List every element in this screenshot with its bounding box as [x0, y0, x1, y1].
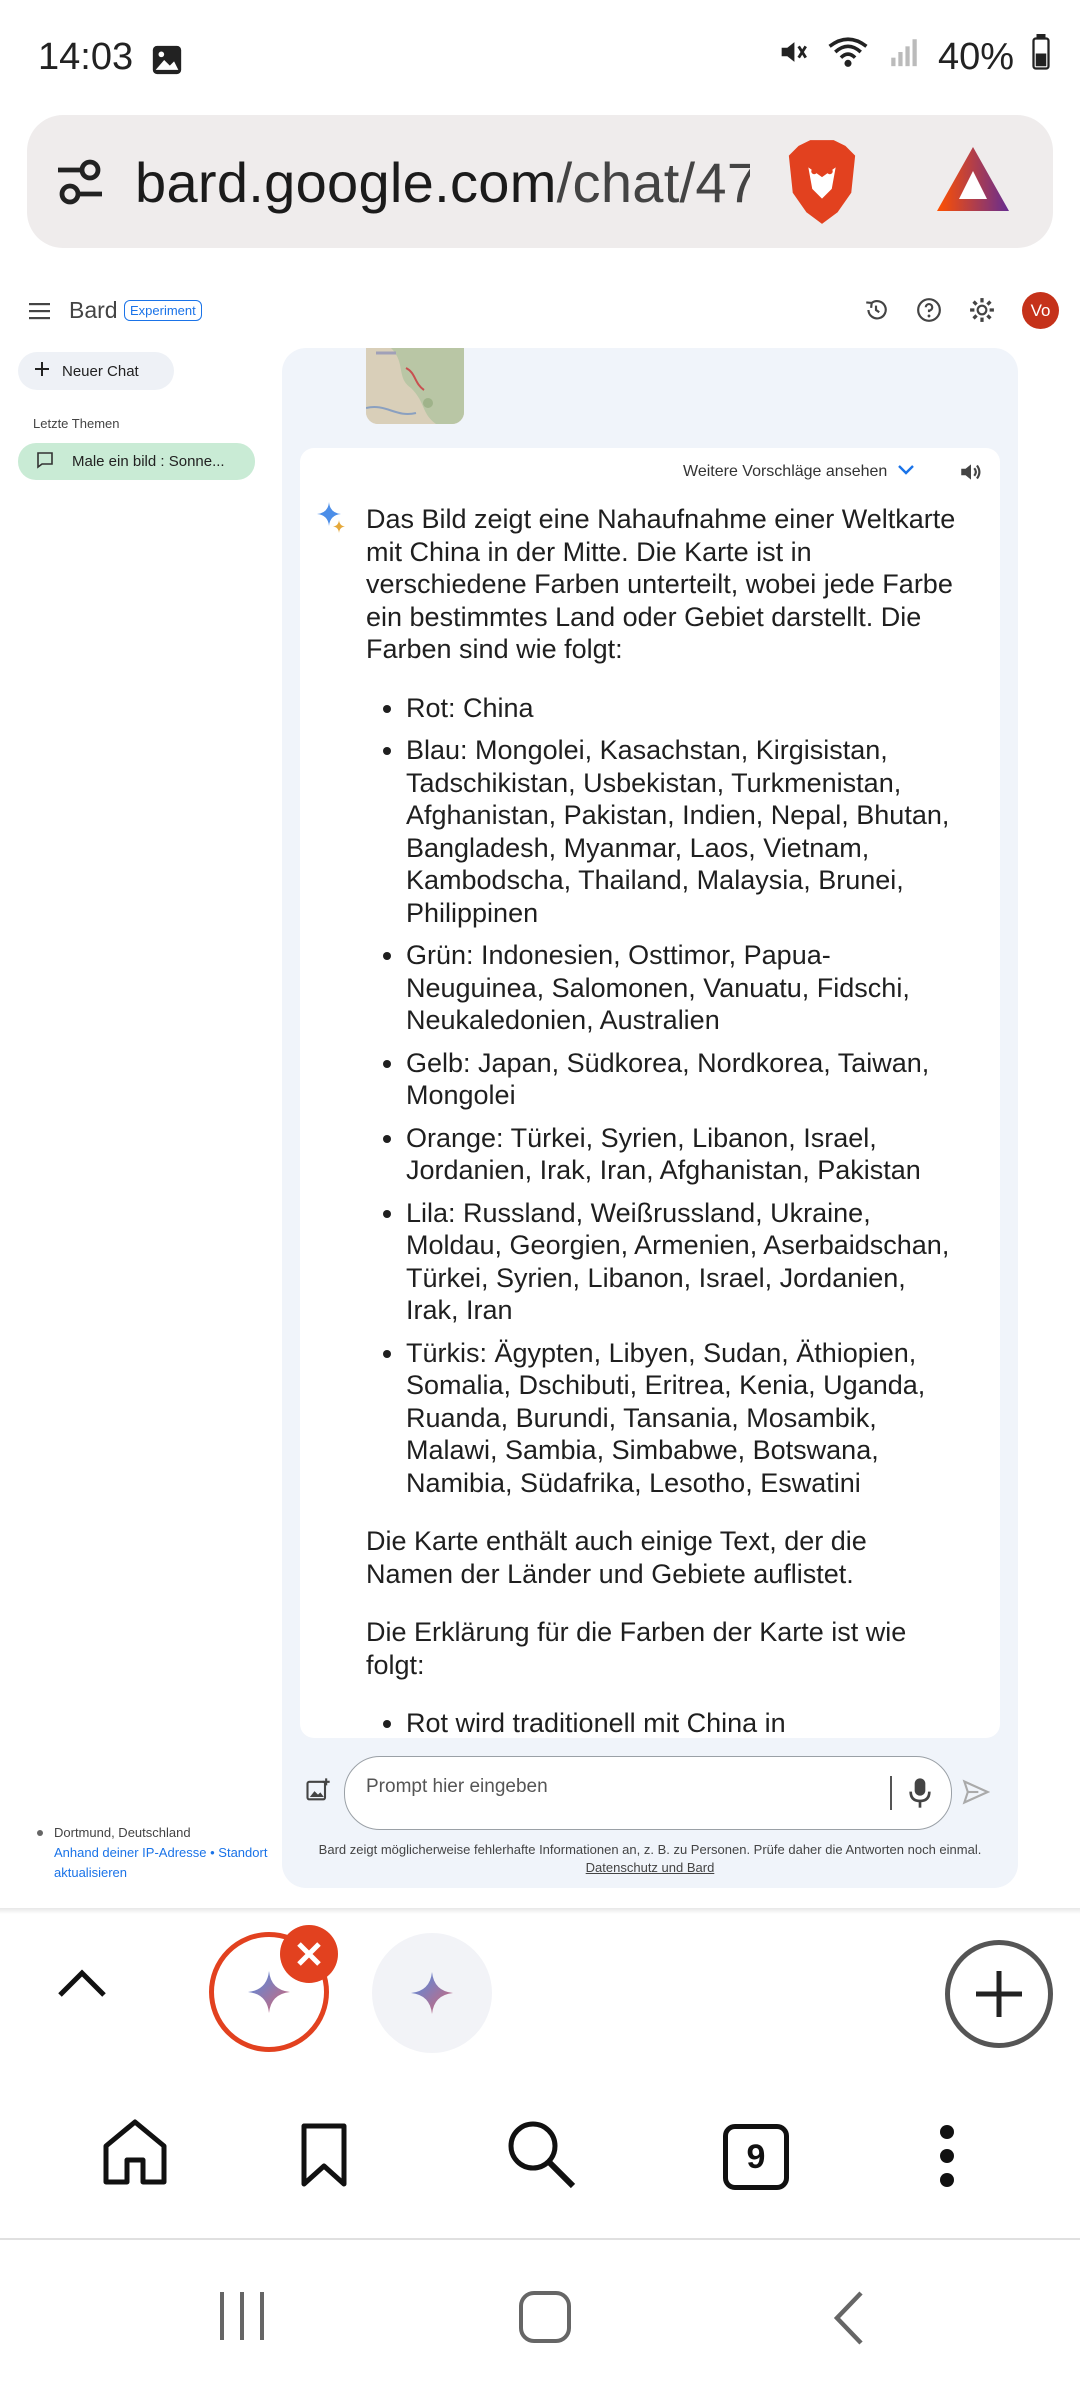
- experiment-badge: Experiment: [124, 300, 202, 321]
- url-domain: bard.google.com: [135, 151, 557, 214]
- upload-image-icon[interactable]: [304, 1776, 332, 1809]
- recent-chat-label: Male ein bild : Sonne...: [72, 453, 225, 470]
- search-icon[interactable]: [505, 2118, 577, 2195]
- bard-sparkle-icon: [314, 500, 348, 539]
- explanation-list: Rot wird traditionell mit China in: [366, 1707, 956, 1733]
- location-separator: •: [210, 1845, 215, 1860]
- help-icon[interactable]: [916, 297, 942, 328]
- chevron-down-icon: [897, 463, 915, 481]
- explanation-item: Rot wird traditionell mit China in: [406, 1707, 956, 1733]
- update-location-link-2[interactable]: aktualisieren: [54, 1865, 127, 1880]
- wifi-icon: [826, 35, 870, 79]
- close-tab-icon[interactable]: [280, 1925, 338, 1983]
- bard-tab-icon-2: [411, 1972, 453, 2014]
- brave-shields-icon[interactable]: [783, 138, 861, 231]
- plus-icon-large: [976, 1971, 1022, 2017]
- url-text[interactable]: bard.google.com/chat/47: [135, 150, 750, 220]
- app-title: Bard: [69, 297, 118, 323]
- site-settings-icon[interactable]: [52, 154, 108, 215]
- new-chat-label: Neuer Chat: [62, 362, 139, 380]
- color-list: Rot: China Blau: Mongolei, Kasachstan, K…: [366, 692, 956, 1500]
- more-drafts-button[interactable]: Weitere Vorschläge ansehen: [683, 463, 915, 481]
- bard-tab-icon: [248, 1971, 290, 2013]
- update-location-link[interactable]: Standort: [218, 1845, 267, 1860]
- privacy-link[interactable]: Datenschutz und Bard: [300, 1859, 1000, 1877]
- location-info: Dortmund, Deutschland Anhand deiner IP-A…: [54, 1823, 294, 1883]
- gallery-notification-icon: [150, 43, 184, 82]
- recent-chat-item[interactable]: Male ein bild : Sonne...: [18, 443, 255, 480]
- response-text: Das Bild zeigt eine Nahaufnahme einer We…: [366, 503, 956, 1733]
- back-icon[interactable]: [831, 2290, 867, 2351]
- more-menu-icon[interactable]: [937, 2124, 957, 2193]
- color-item-red: Rot: China: [406, 692, 956, 725]
- menu-icon[interactable]: [28, 300, 52, 327]
- microphone-icon[interactable]: [906, 1777, 934, 1814]
- home-button-icon[interactable]: [518, 2290, 572, 2349]
- chevron-up-icon[interactable]: [54, 1965, 110, 2006]
- url-path: /chat/47: [556, 151, 750, 214]
- disclaimer: Bard zeigt möglicherweise fehlerhafte In…: [300, 1841, 1000, 1877]
- uploaded-image-thumbnail[interactable]: [366, 348, 464, 424]
- other-tab-thumbnail[interactable]: [372, 1933, 492, 2053]
- user-avatar[interactable]: Vo: [1022, 292, 1059, 329]
- new-chat-button[interactable]: Neuer Chat: [18, 352, 174, 390]
- ip-address-link[interactable]: Anhand deiner IP-Adresse: [54, 1845, 206, 1860]
- new-tab-button[interactable]: [945, 1940, 1053, 2048]
- bookmark-icon[interactable]: [299, 2122, 349, 2193]
- home-icon[interactable]: [101, 2118, 169, 2193]
- color-item-turquoise: Türkis: Ägypten, Libyen, Sudan, Äthiopie…: [406, 1337, 956, 1500]
- toolbar-shadow: [0, 1908, 1080, 1914]
- divider: [0, 2238, 1080, 2240]
- disclaimer-text: Bard zeigt möglicherweise fehlerhafte In…: [318, 1842, 982, 1857]
- send-icon[interactable]: [962, 1779, 991, 1810]
- signal-icon: [886, 35, 922, 79]
- battery-percent: 40%: [937, 35, 1014, 78]
- more-drafts-label: Weitere Vorschläge ansehen: [683, 463, 888, 480]
- battery-icon: [1030, 34, 1052, 80]
- status-time: 14:03: [38, 36, 134, 78]
- recent-topics-label: Letzte Themen: [33, 416, 120, 431]
- color-item-green: Grün: Indonesien, Osttimor, Papua-Neugui…: [406, 939, 956, 1037]
- response-paragraph-2: Die Karte enthält auch einige Text, der …: [366, 1526, 867, 1589]
- prompt-placeholder: Prompt hier eingeben: [366, 1776, 548, 1797]
- color-item-orange: Orange: Türkei, Syrien, Libanon, Israel,…: [406, 1122, 956, 1187]
- response-paragraph-3: Die Erklärung für die Farben der Karte i…: [366, 1617, 907, 1680]
- response-intro: Das Bild zeigt eine Nahaufnahme einer We…: [366, 504, 956, 664]
- color-item-yellow: Gelb: Japan, Südkorea, Nordkorea, Taiwan…: [406, 1047, 956, 1112]
- chat-bubble-icon: [36, 451, 54, 473]
- plus-icon: [34, 361, 50, 381]
- text-cursor: [890, 1776, 892, 1810]
- mute-icon: [776, 35, 810, 79]
- status-icons: 40%: [776, 34, 1052, 80]
- tab-count-button[interactable]: 9: [723, 2124, 789, 2190]
- color-item-purple: Lila: Russland, Weißrussland, Ukraine, M…: [406, 1197, 956, 1327]
- location-dot-icon: [37, 1830, 43, 1836]
- location-city: Dortmund, Deutschland: [54, 1825, 191, 1840]
- brave-rewards-icon[interactable]: [933, 143, 1013, 224]
- color-item-blue: Blau: Mongolei, Kasachstan, Kirgisistan,…: [406, 734, 956, 929]
- history-icon[interactable]: [863, 297, 889, 328]
- read-aloud-speaker-icon[interactable]: [958, 459, 984, 490]
- settings-gear-icon[interactable]: [969, 297, 995, 328]
- recent-apps-icon[interactable]: [216, 2290, 268, 2347]
